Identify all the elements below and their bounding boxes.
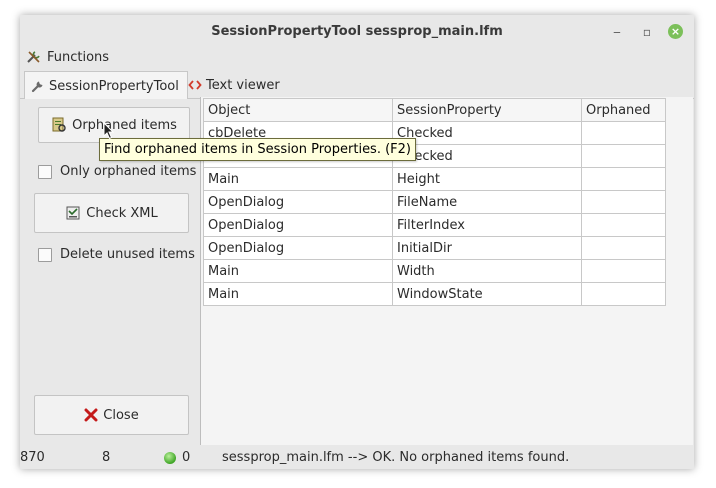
menu-bar: Functions xyxy=(20,48,694,68)
code-icon xyxy=(188,80,202,90)
tab-label: SessionPropertyTool xyxy=(49,78,179,94)
delete-unused-checkbox[interactable]: Delete unused items xyxy=(38,247,195,262)
maximize-button[interactable]: ▫ xyxy=(639,24,655,40)
tab-text-viewer[interactable]: Text viewer xyxy=(182,72,286,98)
table-row[interactable]: OpenDialog FileName xyxy=(203,190,666,214)
close-label: Close xyxy=(103,407,139,423)
delete-unused-label: Delete unused items xyxy=(60,247,195,262)
checkbox-box[interactable] xyxy=(38,164,52,179)
header-object[interactable]: Object xyxy=(203,98,393,122)
menu-functions-label: Functions xyxy=(47,49,110,65)
cell-orphaned[interactable] xyxy=(581,121,666,145)
close-window-button[interactable]: × xyxy=(668,24,683,39)
cell-orphaned[interactable] xyxy=(581,236,666,260)
close-button[interactable]: Close xyxy=(34,395,189,435)
check-xml-label: Check XML xyxy=(86,205,158,221)
status-led-icon xyxy=(164,451,176,464)
tab-label: Text viewer xyxy=(206,77,280,93)
only-orphaned-checkbox[interactable]: Only orphaned items xyxy=(38,164,196,179)
find-document-icon xyxy=(52,117,66,132)
table-row[interactable]: OpenDialog FilterIndex xyxy=(203,213,666,237)
title-bar[interactable]: SessionPropertyTool sessprop_main.lfm ‒ … xyxy=(20,15,694,48)
menu-functions[interactable]: Functions xyxy=(26,49,109,65)
checkbox-box[interactable] xyxy=(38,247,52,262)
app-window: SessionPropertyTool sessprop_main.lfm ‒ … xyxy=(20,15,694,469)
table-row[interactable]: Main WindowState xyxy=(203,282,666,306)
table-row[interactable]: OpenDialog InitialDir xyxy=(203,236,666,260)
window-title: SessionPropertyTool sessprop_main.lfm xyxy=(211,24,503,39)
session-properties-grid[interactable]: Object SessionProperty Orphaned cbDelete… xyxy=(203,98,666,306)
tooltip: Find orphaned items in Session Propertie… xyxy=(99,138,416,161)
cell-property[interactable]: Width xyxy=(392,259,582,283)
only-orphaned-label: Only orphaned items xyxy=(60,164,197,179)
table-row[interactable]: Main Width xyxy=(203,259,666,283)
grid-header-row: Object SessionProperty Orphaned xyxy=(203,98,666,122)
status-count-1: 870 xyxy=(20,450,45,465)
tools-icon xyxy=(27,51,40,63)
cell-orphaned[interactable] xyxy=(581,282,666,306)
cell-orphaned[interactable] xyxy=(581,167,666,191)
cell-property[interactable]: FilterIndex xyxy=(392,213,582,237)
cell-property[interactable]: Height xyxy=(392,167,582,191)
mouse-pointer-icon xyxy=(103,122,115,140)
cell-property[interactable]: WindowState xyxy=(392,282,582,306)
cell-property[interactable]: FileName xyxy=(392,190,582,214)
status-count-3: 0 xyxy=(182,450,191,465)
header-session-property[interactable]: SessionProperty xyxy=(392,98,582,122)
status-count-2: 8 xyxy=(102,450,111,465)
status-bar: 870 8 0 sessprop_main.lfm --> OK. No orp… xyxy=(20,446,694,469)
cell-object[interactable]: Main xyxy=(203,259,393,283)
orphaned-items-label: Orphaned items xyxy=(72,117,177,133)
check-xml-button[interactable]: Check XML xyxy=(34,193,189,233)
cell-object[interactable]: Main xyxy=(203,282,393,306)
cell-orphaned[interactable] xyxy=(581,190,666,214)
cell-orphaned[interactable] xyxy=(581,259,666,283)
cell-object[interactable]: OpenDialog xyxy=(203,190,393,214)
xml-check-icon xyxy=(66,206,80,220)
tab-session-property-tool[interactable]: SessionPropertyTool xyxy=(24,71,188,100)
header-orphaned[interactable]: Orphaned xyxy=(581,98,666,122)
status-message: sessprop_main.lfm --> OK. No orphaned it… xyxy=(222,450,570,465)
cell-property[interactable]: Checked xyxy=(392,144,582,168)
minimize-button[interactable]: ‒ xyxy=(609,24,625,40)
wrench-icon xyxy=(31,81,43,93)
cell-object[interactable]: OpenDialog xyxy=(203,236,393,260)
cell-object[interactable]: OpenDialog xyxy=(203,213,393,237)
cell-object[interactable]: Main xyxy=(203,167,393,191)
cell-property[interactable]: InitialDir xyxy=(392,236,582,260)
close-x-icon xyxy=(84,408,98,422)
table-row[interactable]: Main Height xyxy=(203,167,666,191)
cell-property[interactable]: Checked xyxy=(392,121,582,145)
status-indicator: 0 xyxy=(164,450,190,465)
tab-bar: SessionPropertyTool Text viewer xyxy=(20,70,694,100)
cell-orphaned[interactable] xyxy=(581,144,666,168)
cell-orphaned[interactable] xyxy=(581,213,666,237)
